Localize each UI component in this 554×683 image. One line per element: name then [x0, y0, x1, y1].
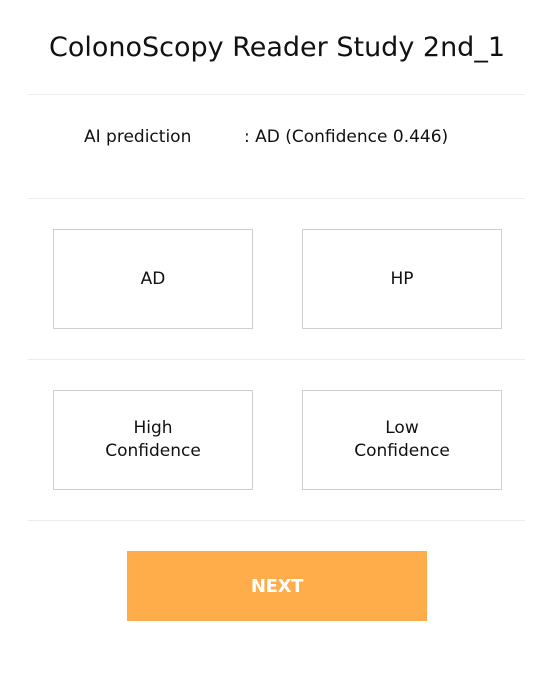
- high-confidence-button[interactable]: High Confidence: [53, 390, 253, 490]
- divider-top: [28, 94, 525, 95]
- diagnosis-ad-label: AD: [140, 268, 166, 289]
- low-confidence-button[interactable]: Low Confidence: [302, 390, 502, 490]
- divider-prediction: [28, 198, 525, 199]
- ai-prediction-value: : AD (Confidence 0.446): [244, 127, 449, 147]
- diagnosis-hp-label: HP: [390, 268, 414, 289]
- next-button[interactable]: NEXT: [127, 551, 427, 621]
- diagnosis-hp-button[interactable]: HP: [302, 229, 502, 329]
- divider-diagnosis: [28, 359, 525, 360]
- high-confidence-label: High Confidence: [105, 418, 201, 461]
- ai-prediction-row: AI prediction : AD (Confidence 0.446): [0, 124, 554, 150]
- diagnosis-ad-button[interactable]: AD: [53, 229, 253, 329]
- divider-confidence: [28, 520, 525, 521]
- low-confidence-label: Low Confidence: [354, 418, 450, 461]
- page-title: ColonoScopy Reader Study 2nd_1: [48, 32, 505, 63]
- ai-prediction-label: AI prediction: [84, 127, 192, 147]
